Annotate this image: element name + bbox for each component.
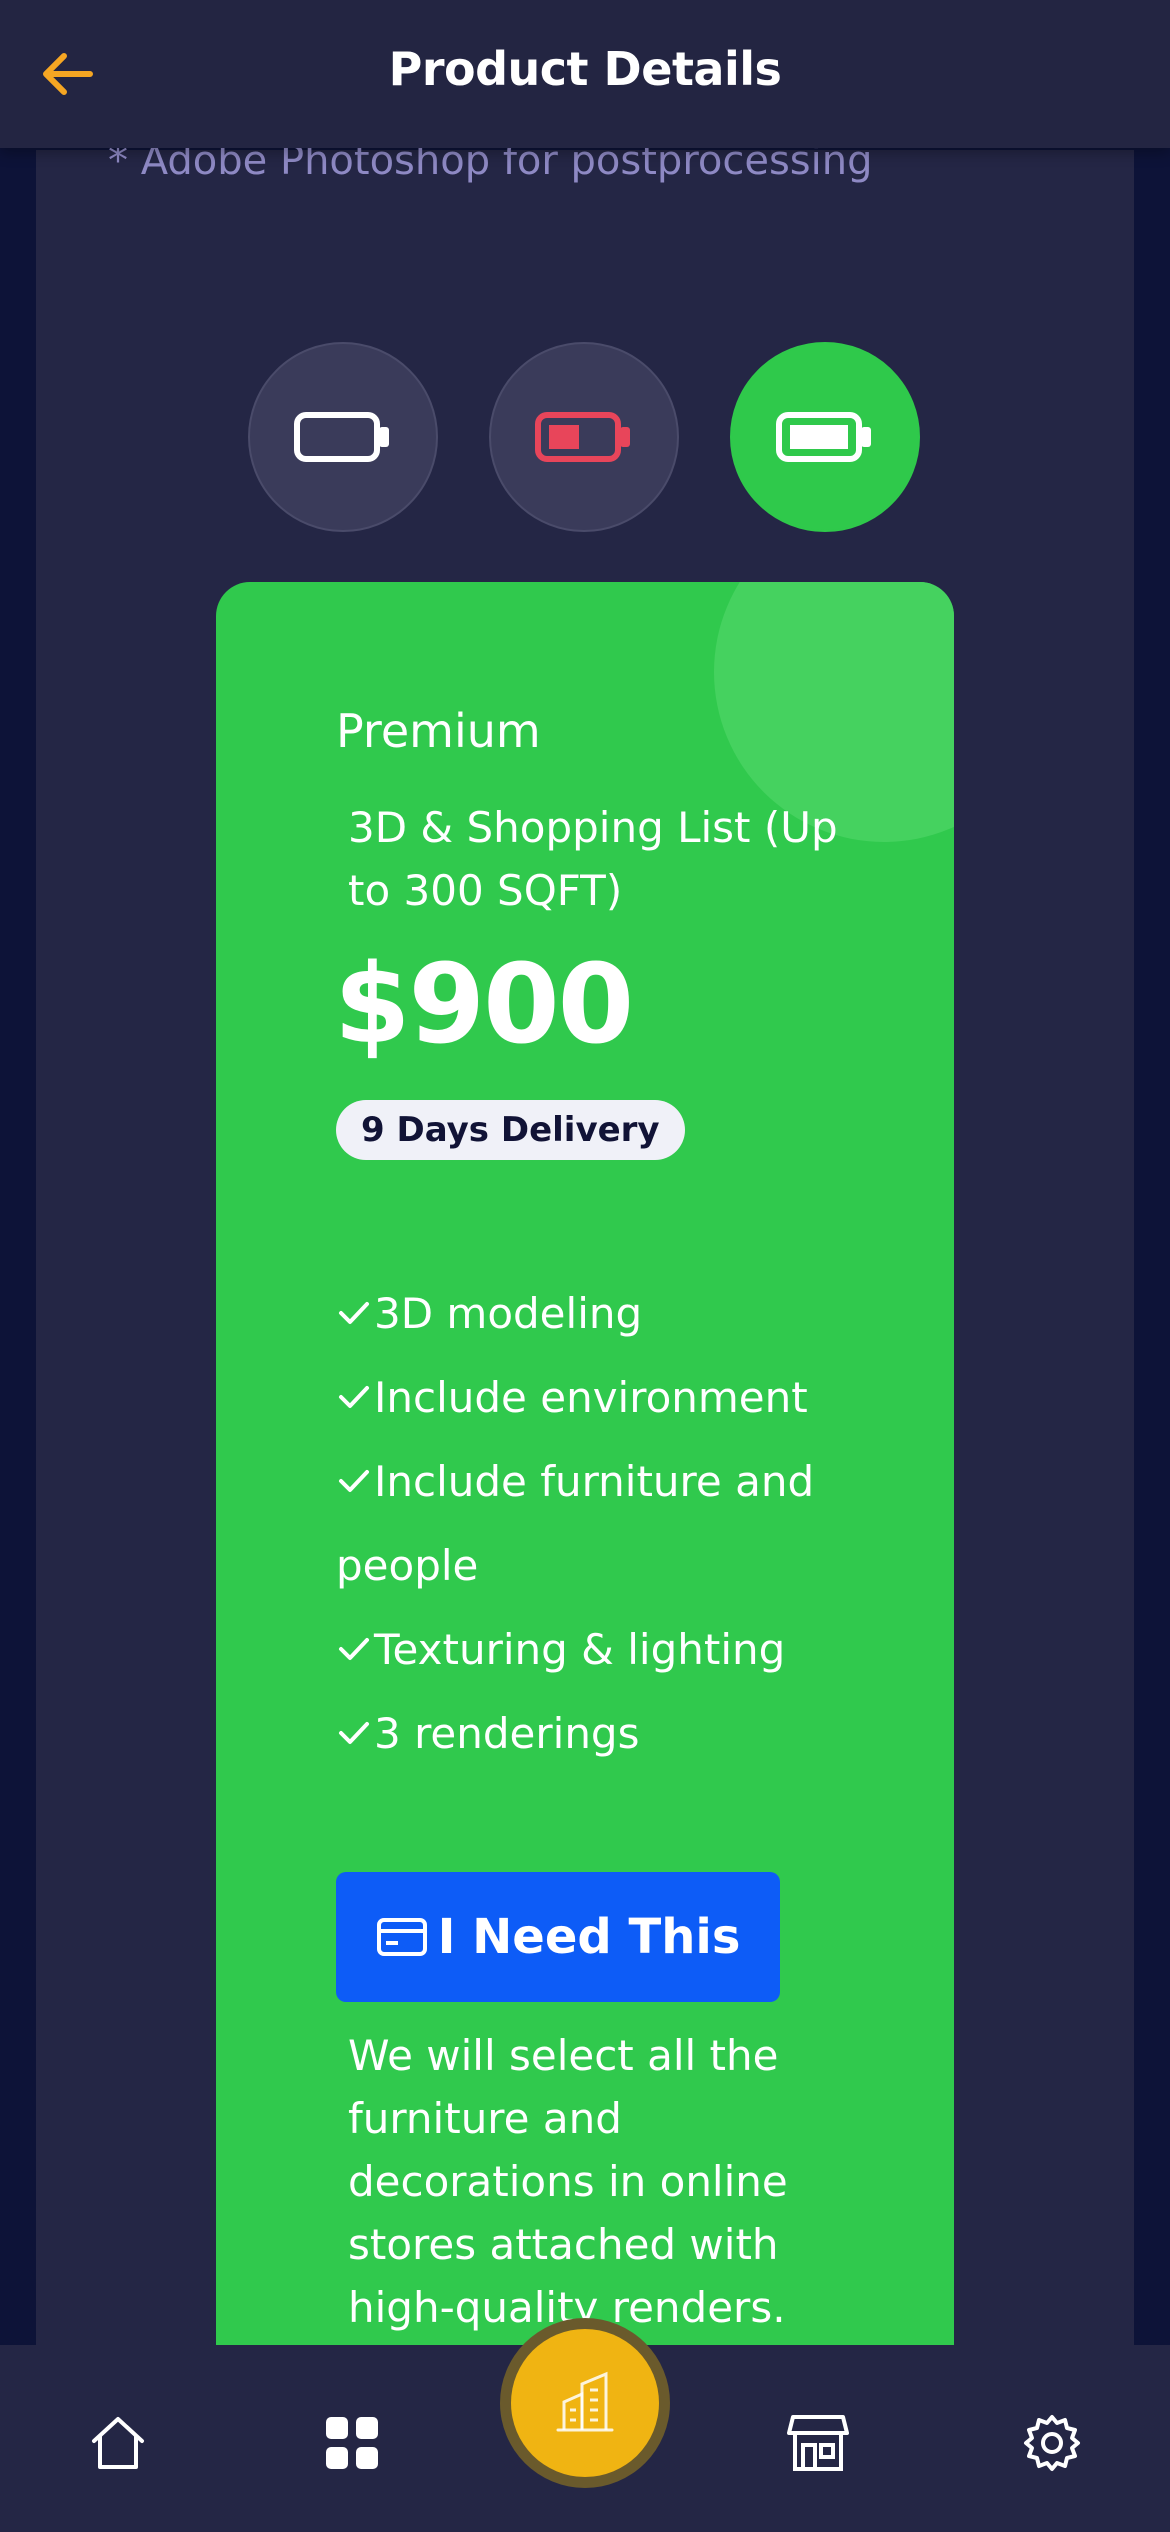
delivery-badge: 9 Days Delivery bbox=[336, 1100, 685, 1160]
feature-label: Texturing & lighting bbox=[374, 1625, 786, 1674]
credit-card-icon bbox=[376, 1917, 428, 1957]
check-icon bbox=[339, 1722, 369, 1744]
tier-premium-button[interactable] bbox=[730, 342, 920, 532]
top-bar: Product Details bbox=[0, 0, 1170, 148]
feature-item: Texturing & lighting bbox=[336, 1608, 856, 1692]
center-fab-ring bbox=[500, 2318, 670, 2488]
feature-item: Include environment bbox=[336, 1356, 856, 1440]
store-icon bbox=[787, 2415, 849, 2471]
plan-card: Premium 3D & Shopping List (Up to 300 SQ… bbox=[216, 582, 954, 2382]
plan-name: Premium bbox=[336, 704, 541, 758]
feature-label: Include environment bbox=[374, 1373, 808, 1422]
home-icon bbox=[92, 2417, 144, 2469]
plan-subtitle: 3D & Shopping List (Up to 300 SQFT) bbox=[348, 803, 838, 915]
building-icon bbox=[556, 2371, 614, 2432]
feature-label: 3 renderings bbox=[374, 1709, 640, 1758]
check-icon bbox=[339, 1638, 369, 1660]
battery-low-icon bbox=[535, 412, 630, 462]
grid-icon bbox=[326, 2417, 378, 2469]
need-this-button[interactable]: I Need This bbox=[336, 1872, 780, 2002]
check-icon bbox=[339, 1470, 369, 1492]
need-this-label: I Need This bbox=[437, 1909, 741, 1965]
nav-store[interactable] bbox=[778, 2403, 858, 2483]
nav-home[interactable] bbox=[78, 2403, 158, 2483]
check-icon bbox=[339, 1386, 369, 1408]
check-icon bbox=[339, 1302, 369, 1324]
tier-basic-button[interactable] bbox=[248, 342, 438, 532]
nav-building-fab[interactable] bbox=[511, 2329, 659, 2477]
feature-label: people bbox=[336, 1541, 479, 1590]
battery-empty-icon bbox=[294, 412, 389, 462]
page-title: Product Details bbox=[388, 42, 782, 96]
feature-item: Include furniture and bbox=[336, 1440, 856, 1524]
feature-item: 3 renderings bbox=[336, 1692, 856, 1776]
feature-list: 3D modeling Include environment Include … bbox=[336, 1272, 856, 1776]
tier-standard-button[interactable] bbox=[489, 342, 679, 532]
app-root: Product Details * Adobe Photoshop for po… bbox=[0, 0, 1170, 2532]
feature-item-continuation: people bbox=[336, 1524, 856, 1608]
plan-description: We will select all the furniture and dec… bbox=[348, 2031, 788, 2332]
battery-full-icon bbox=[776, 412, 871, 462]
feature-label: Include furniture and bbox=[374, 1457, 815, 1506]
nav-settings[interactable] bbox=[1012, 2403, 1092, 2483]
feature-item: 3D modeling bbox=[336, 1272, 856, 1356]
gear-icon bbox=[1024, 2415, 1080, 2471]
feature-label: 3D modeling bbox=[374, 1289, 643, 1338]
plan-price: $900 bbox=[334, 940, 634, 1068]
nav-grid[interactable] bbox=[312, 2403, 392, 2483]
